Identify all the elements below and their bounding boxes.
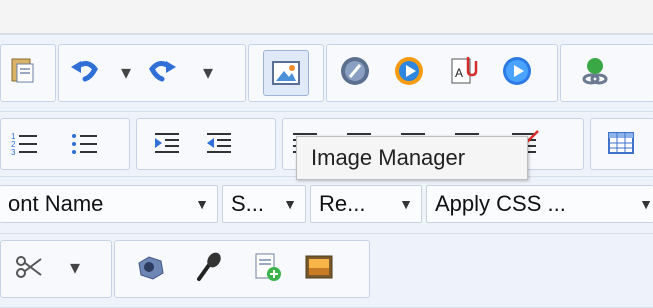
font-name-label: ont Name <box>8 191 104 216</box>
insert-image-button[interactable] <box>300 248 338 286</box>
editor-toolbar-frame: ▾ ▾ A 1 2 3 ont Name ▼ S... ▼ Re... ▼ Ap… <box>0 0 653 308</box>
play-icon <box>503 57 531 85</box>
document-manager-icon: A <box>451 57 478 84</box>
table-icon <box>608 132 634 154</box>
paste-icon <box>11 58 34 83</box>
new-document-icon <box>255 253 281 281</box>
document-manager-button[interactable]: A <box>444 52 482 90</box>
redo-icon <box>149 61 176 82</box>
redo-dropdown-icon[interactable]: ▾ <box>203 60 213 85</box>
numbered-list-button[interactable]: 1 2 3 <box>6 124 44 162</box>
chevron-down-icon: ▼ <box>399 196 413 212</box>
indent-button[interactable] <box>148 124 186 162</box>
paste-button[interactable] <box>4 52 42 90</box>
undo-dropdown-icon[interactable]: ▾ <box>121 60 131 85</box>
new-document-button[interactable] <box>248 248 286 286</box>
numbered-list-icon: 1 2 3 <box>11 132 37 156</box>
media-play-button[interactable] <box>498 52 536 90</box>
chevron-down-icon: ▼ <box>639 196 653 212</box>
format-dropdown-icon[interactable]: ▾ <box>70 255 80 280</box>
image-manager-icon <box>272 61 300 85</box>
undo-icon <box>71 61 98 82</box>
link-manager-button[interactable] <box>576 52 614 90</box>
redo-button[interactable] <box>143 52 181 90</box>
flash-icon <box>341 57 369 85</box>
media-manager-button[interactable] <box>390 52 428 90</box>
flash-manager-button[interactable] <box>336 52 374 90</box>
webcam-button[interactable] <box>132 248 170 286</box>
image-manager-button[interactable] <box>263 50 309 96</box>
webcam-icon <box>138 256 164 280</box>
chevron-down-icon: ▼ <box>195 196 209 212</box>
css-class-select[interactable]: Apply CSS ... ▼ <box>426 185 653 223</box>
image-icon <box>305 255 333 279</box>
svg-text:A: A <box>455 66 463 80</box>
window-top-bar <box>0 0 653 34</box>
chevron-down-icon: ▼ <box>283 196 297 212</box>
indent-icon <box>155 133 179 153</box>
media-icon <box>395 57 423 85</box>
tooltip-text: Image Manager <box>311 145 466 170</box>
bullet-list-icon <box>72 134 97 154</box>
insert-table-button[interactable] <box>602 124 640 162</box>
svg-text:3: 3 <box>11 148 16 156</box>
microphone-button[interactable] <box>190 248 228 286</box>
undo-button[interactable] <box>66 52 104 90</box>
format-stripper-button[interactable] <box>12 248 50 286</box>
bullet-list-button[interactable] <box>66 124 104 162</box>
font-size-label: S... <box>231 191 265 216</box>
microphone-icon <box>197 252 221 281</box>
eraser-icon <box>16 256 42 278</box>
paragraph-style-label: Re... <box>319 191 366 216</box>
link-icon <box>582 58 608 85</box>
image-manager-tooltip: Image Manager <box>296 136 528 180</box>
outdent-button[interactable] <box>200 124 238 162</box>
font-size-select[interactable]: S... ▼ <box>222 185 306 223</box>
outdent-icon <box>207 133 231 153</box>
css-class-label: Apply CSS ... <box>435 191 566 216</box>
paragraph-style-select[interactable]: Re... ▼ <box>310 185 422 223</box>
font-name-select[interactable]: ont Name ▼ <box>0 185 218 223</box>
